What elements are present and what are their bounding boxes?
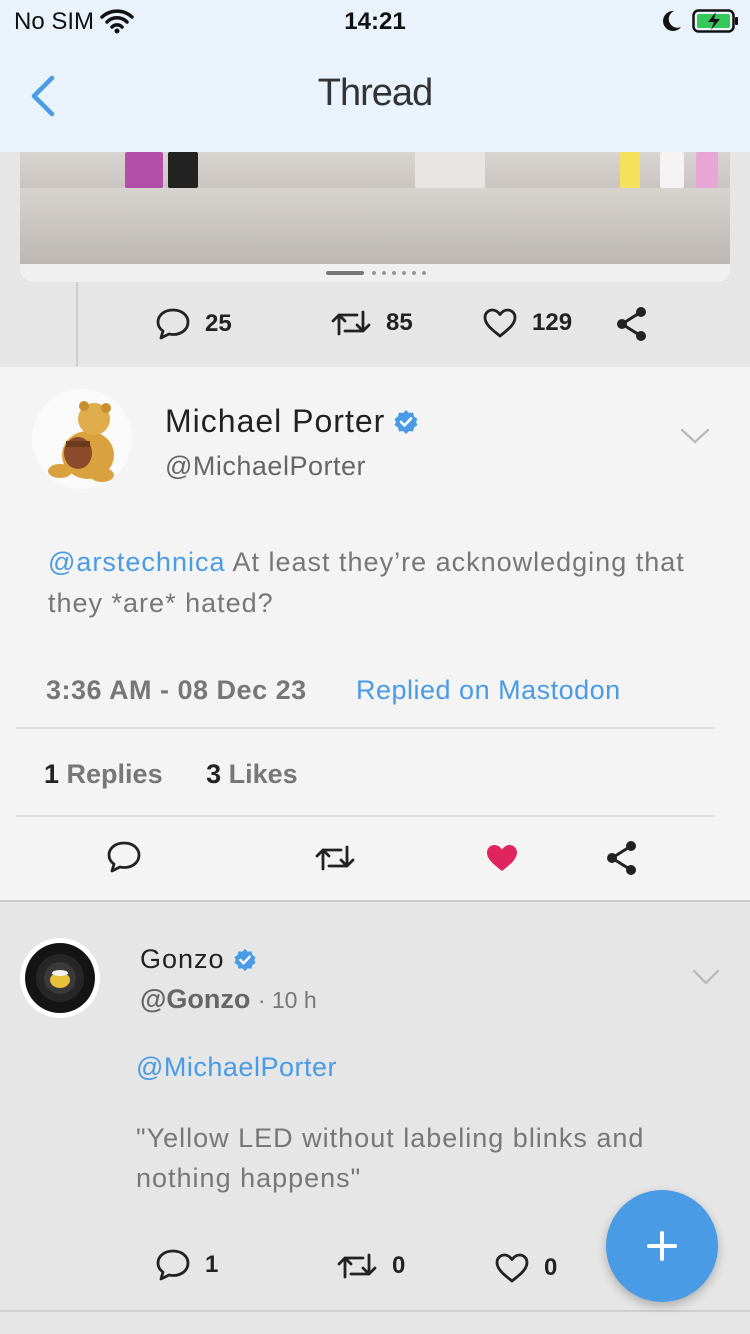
author-name[interactable]: Gonzo: [140, 944, 257, 975]
clock: 14:21: [344, 8, 406, 35]
tweet-text: "Yellow LED without labeling blinks and …: [136, 1123, 645, 1193]
like-button[interactable]: 129: [482, 307, 572, 339]
author-name[interactable]: Michael Porter: [165, 403, 419, 440]
reply-icon: [156, 308, 190, 340]
like-button[interactable]: [484, 842, 520, 874]
retweet-button[interactable]: 0: [336, 1250, 405, 1282]
author-name-text: Gonzo: [140, 944, 225, 974]
author-handle[interactable]: @MichaelPorter: [165, 451, 366, 482]
author-handle-row: @Gonzo · 10 h: [140, 984, 317, 1015]
chevron-down-icon[interactable]: [692, 968, 720, 986]
mention-link[interactable]: @MichaelPorter: [136, 1052, 337, 1083]
replies-stat[interactable]: 1 Replies: [44, 759, 163, 789]
likes-label: Likes: [228, 759, 298, 789]
avatar[interactable]: [20, 938, 100, 1018]
share-button[interactable]: [614, 306, 650, 342]
author-name-text: Michael Porter: [165, 403, 386, 439]
like-count: 129: [532, 309, 573, 336]
retweet-icon: [331, 310, 371, 336]
tweet-text: @arstechnica At least they’re acknowledg…: [48, 542, 688, 624]
verified-icon: [394, 409, 418, 434]
top-bar: No SIM 14:21 Thread: [0, 0, 750, 152]
reply-count: 1: [205, 1251, 219, 1278]
retweet-count: 85: [386, 309, 413, 336]
avatar[interactable]: [32, 389, 132, 489]
heart-filled-icon: [487, 845, 517, 871]
reply-button[interactable]: 1: [155, 1248, 218, 1282]
reply-button[interactable]: [106, 840, 142, 874]
tweet-timestamp: 3:36 AM - 08 Dec 23: [46, 675, 307, 705]
replies-label: Replies: [66, 759, 163, 789]
image-detail: [660, 152, 684, 188]
replies-count: 1: [44, 759, 60, 789]
divider: [0, 1310, 750, 1312]
share-icon: [607, 841, 636, 875]
parent-tweet: 25 85 129: [0, 152, 750, 367]
image-detail: [696, 152, 718, 188]
retweet-icon: [315, 845, 355, 871]
chevron-down-icon[interactable]: [680, 427, 710, 445]
retweet-icon: [337, 1253, 377, 1279]
plus-icon: [647, 1231, 677, 1261]
divider: [16, 815, 714, 817]
reply-icon: [107, 841, 141, 873]
page-title: Thread: [317, 72, 433, 114]
retweet-count: 0: [392, 1252, 406, 1279]
reply-button[interactable]: 25: [155, 307, 232, 341]
thread-line: [76, 282, 78, 367]
reply-count: 25: [205, 310, 232, 337]
retweet-button[interactable]: [314, 842, 356, 874]
author-handle[interactable]: @Gonzo: [140, 984, 250, 1014]
likes-stat[interactable]: 3 Likes: [206, 759, 298, 789]
divider: [16, 727, 714, 729]
focused-tweet: Michael Porter @MichaelPorter @arstechni…: [0, 367, 750, 902]
like-button[interactable]: 0: [494, 1252, 557, 1284]
tweet-image[interactable]: [20, 152, 730, 282]
retweet-button[interactable]: 85: [330, 307, 413, 339]
compose-button[interactable]: [606, 1190, 718, 1302]
image-detail: [620, 152, 640, 188]
image-detail: [415, 152, 485, 188]
mention-link[interactable]: @arstechnica: [48, 547, 225, 577]
verified-icon: [233, 948, 256, 971]
like-count: 0: [544, 1254, 558, 1281]
tweet-age: · 10 h: [257, 987, 317, 1013]
likes-count: 3: [206, 759, 222, 789]
image-detail: [125, 152, 163, 188]
source-link[interactable]: Replied on Mastodon: [356, 675, 621, 706]
share-icon: [617, 307, 646, 341]
heart-icon: [483, 308, 517, 338]
reply-icon: [156, 1249, 190, 1281]
battery-icon: [692, 7, 740, 35]
image-pager[interactable]: [20, 264, 730, 282]
moon-icon: [660, 8, 684, 34]
heart-icon: [495, 1253, 529, 1283]
image-detail: [168, 152, 198, 188]
share-button[interactable]: [604, 840, 640, 876]
divider: [0, 900, 750, 902]
tweet-stats: 1 Replies 3 Likes: [44, 759, 298, 790]
